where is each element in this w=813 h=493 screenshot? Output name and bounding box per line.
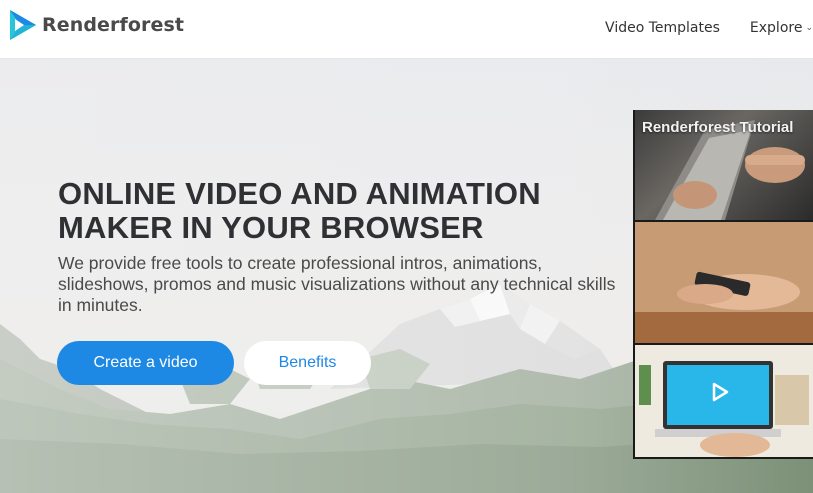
hero-title-line2: MAKER IN YOUR BROWSER [58, 210, 484, 245]
nav-explore-label: Explore [749, 20, 803, 36]
renderforest-play-logo-icon [10, 10, 36, 40]
brand-logo[interactable]: Renderforest [8, 8, 184, 42]
hero-title-line1: ONLINE VIDEO AND ANIMATION [58, 176, 541, 211]
nav-video-templates[interactable]: Video Templates [605, 20, 720, 36]
create-video-button[interactable]: Create a video [57, 341, 234, 385]
tutorial-video-player[interactable]: Renderforest Tutorial [633, 110, 813, 459]
chevron-down-icon: ⌄ [805, 23, 813, 33]
video-frame-phone [635, 222, 813, 343]
hero-title: ONLINE VIDEO AND ANIMATION MAKER IN YOUR… [58, 177, 618, 245]
brand-name: Renderforest [42, 14, 185, 36]
phone-hands-image [635, 222, 813, 343]
top-nav: Video Templates Explore ⌄ [605, 20, 813, 36]
hero-subtitle: We provide free tools to create professi… [58, 253, 616, 315]
hero-section: ONLINE VIDEO AND ANIMATION MAKER IN YOUR… [0, 59, 813, 493]
nav-explore[interactable]: Explore ⌄ [750, 20, 813, 36]
benefits-button[interactable]: Benefits [244, 341, 371, 385]
play-icon[interactable] [705, 378, 733, 406]
video-frame-laptop [635, 345, 813, 457]
video-title: Renderforest Tutorial [642, 119, 794, 136]
nav-video-templates-label: Video Templates [605, 20, 720, 36]
site-header: Renderforest Video Templates Explore ⌄ [0, 0, 813, 59]
video-frame-tablet: Renderforest Tutorial [635, 110, 813, 220]
